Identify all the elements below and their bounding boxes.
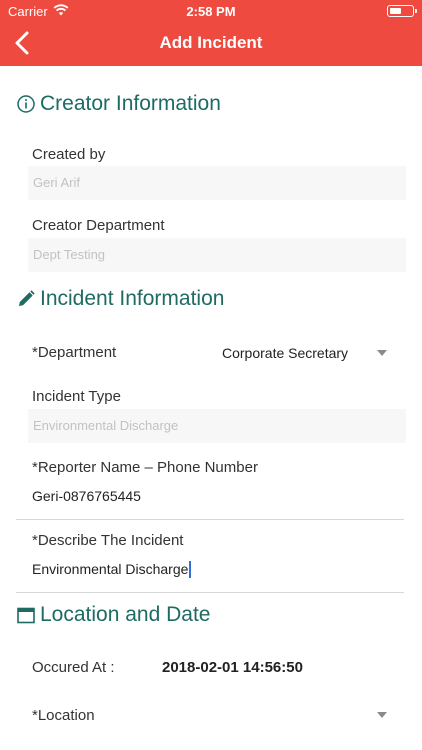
- creator-department-label: Creator Department: [32, 217, 165, 234]
- battery-icon: [387, 5, 417, 17]
- location-section-header: Location and Date: [16, 603, 210, 627]
- describe-input-text: Environmental Discharge: [32, 561, 189, 577]
- location-section-title: Location and Date: [40, 603, 211, 626]
- incident-type-label: Incident Type: [32, 388, 121, 405]
- creator-section-title: Creator Information: [40, 92, 221, 115]
- calendar-icon: [16, 605, 36, 625]
- creator-department-field: Dept Testing: [28, 238, 406, 272]
- reporter-divider: [16, 519, 404, 520]
- location-label[interactable]: *Location: [32, 707, 95, 724]
- reporter-label: *Reporter Name – Phone Number: [32, 459, 258, 476]
- incident-type-field: Environmental Discharge: [28, 409, 406, 443]
- occured-at-value[interactable]: 2018-02-01 14:56:50: [162, 659, 303, 676]
- describe-input[interactable]: Environmental Discharge: [32, 561, 191, 578]
- describe-divider: [16, 592, 404, 593]
- location-caret-down-icon[interactable]: [377, 712, 387, 718]
- pencil-icon: [16, 289, 36, 309]
- status-bar: Carrier 2:58 PM: [0, 0, 422, 22]
- reporter-input[interactable]: Geri-0876765445: [32, 488, 141, 504]
- department-select[interactable]: Corporate Secretary: [222, 345, 348, 361]
- status-time: 2:58 PM: [186, 4, 236, 19]
- text-cursor: [189, 561, 191, 578]
- department-caret-down-icon[interactable]: [377, 350, 387, 356]
- describe-label: *Describe The Incident: [32, 532, 184, 549]
- incident-section-header: Incident Information: [16, 287, 224, 311]
- info-circle-icon: [16, 94, 36, 114]
- created-by-field: Geri Arif: [28, 166, 406, 200]
- navigation-bar: Carrier 2:58 PM Add Incident: [0, 0, 422, 66]
- department-label: *Department: [32, 344, 117, 361]
- created-by-label: Created by: [32, 146, 106, 163]
- creator-section-header: Creator Information: [16, 92, 221, 116]
- occured-at-label: Occured At :: [32, 659, 115, 676]
- page-title: Add Incident: [159, 33, 263, 52]
- incident-section-title: Incident Information: [40, 287, 225, 310]
